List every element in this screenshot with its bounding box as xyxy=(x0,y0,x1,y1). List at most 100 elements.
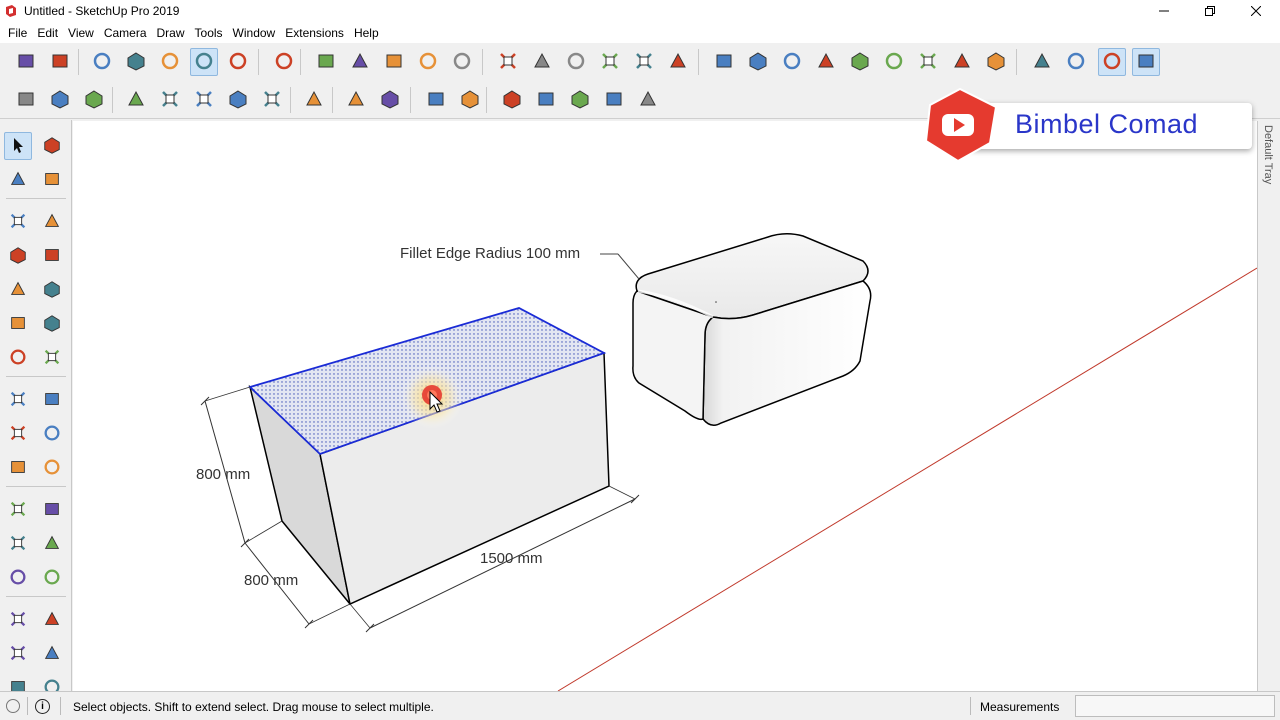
component-button[interactable] xyxy=(270,48,298,76)
upload-button[interactable] xyxy=(258,86,286,114)
scenes-button[interactable] xyxy=(414,48,442,76)
zoom-window-tool-button[interactable] xyxy=(38,640,66,668)
refresh-button[interactable] xyxy=(46,86,74,114)
position-camera-button[interactable] xyxy=(914,48,942,76)
offset-tool-button[interactable] xyxy=(38,454,66,482)
display-section-planes-button[interactable] xyxy=(1062,48,1090,76)
two-point-arc-button[interactable] xyxy=(38,310,66,338)
rectangle-button[interactable] xyxy=(4,242,32,270)
zoom-extents-button[interactable] xyxy=(846,48,874,76)
group-button[interactable] xyxy=(312,48,340,76)
previous-view-button[interactable] xyxy=(880,48,908,76)
fillet-box-button[interactable] xyxy=(422,86,450,114)
outliner-button[interactable] xyxy=(346,48,374,76)
views-right-button[interactable] xyxy=(596,48,624,76)
checker-texture-button[interactable] xyxy=(224,86,252,114)
menu-view[interactable]: View xyxy=(64,26,98,40)
eraser-button[interactable] xyxy=(38,166,66,194)
move-tool-button[interactable] xyxy=(4,386,32,414)
section-plane-button[interactable] xyxy=(1028,48,1056,76)
message-button[interactable] xyxy=(342,86,370,114)
layers-button[interactable] xyxy=(380,48,408,76)
menu-help[interactable]: Help xyxy=(350,26,383,40)
axes-tool-button[interactable] xyxy=(4,564,32,592)
info-button[interactable] xyxy=(376,86,404,114)
views-iso-button[interactable] xyxy=(494,48,522,76)
shaded-button[interactable] xyxy=(190,48,218,76)
orbit-button[interactable] xyxy=(710,48,738,76)
geolocation-icon[interactable] xyxy=(6,699,20,713)
zoom-extents-tool-button[interactable] xyxy=(4,674,32,691)
smoove-button[interactable] xyxy=(498,86,526,114)
follow-me-button[interactable] xyxy=(38,420,66,448)
rotate-tool-button[interactable] xyxy=(4,420,32,448)
restore-icon xyxy=(1205,6,1215,16)
close-button[interactable] xyxy=(1233,0,1279,22)
zoom-window-button[interactable] xyxy=(812,48,840,76)
views-front-button[interactable] xyxy=(562,48,590,76)
look-around-button[interactable] xyxy=(948,48,976,76)
protractor-button[interactable] xyxy=(4,530,32,558)
arc-button[interactable] xyxy=(4,310,32,338)
dimension-tool-button[interactable] xyxy=(38,496,66,524)
make-component-button[interactable] xyxy=(38,132,66,160)
grid-button[interactable] xyxy=(456,86,484,114)
drawing-viewport[interactable]: Fillet Edge Radius 100 mm 800 mm 800 mm … xyxy=(73,121,1257,691)
menu-tools[interactable]: Tools xyxy=(191,26,227,40)
extension-warehouse-button[interactable] xyxy=(12,86,40,114)
polygon-button[interactable] xyxy=(38,276,66,304)
display-section-fill-button[interactable] xyxy=(1132,48,1160,76)
three-point-arc-button[interactable] xyxy=(4,344,32,372)
scale-tool-button[interactable] xyxy=(4,454,32,482)
hidden-line-button[interactable] xyxy=(156,48,184,76)
menu-extensions[interactable]: Extensions xyxy=(281,26,348,40)
text-tool-button[interactable] xyxy=(38,530,66,558)
menu-file[interactable]: File xyxy=(4,26,31,40)
send-to-layout-button[interactable] xyxy=(80,86,108,114)
restore-button[interactable] xyxy=(1187,0,1233,22)
xray-button[interactable] xyxy=(88,48,116,76)
styles-button[interactable] xyxy=(448,48,476,76)
tape-measure-button[interactable] xyxy=(4,496,32,524)
wireframe-button[interactable] xyxy=(122,48,150,76)
add-detail-button[interactable] xyxy=(600,86,628,114)
previous-tool-button[interactable] xyxy=(38,674,66,691)
iso-view-button[interactable] xyxy=(12,48,40,76)
add-location-button[interactable] xyxy=(122,86,150,114)
menu-draw[interactable]: Draw xyxy=(153,26,189,40)
drape-button[interactable] xyxy=(566,86,594,114)
walk-button[interactable] xyxy=(982,48,1010,76)
flip-edge-button[interactable] xyxy=(634,86,662,114)
zoom-button[interactable] xyxy=(778,48,806,76)
terrain-button[interactable] xyxy=(156,86,184,114)
minimize-button[interactable] xyxy=(1141,0,1187,22)
rotated-rectangle-button[interactable] xyxy=(38,242,66,270)
sandbox-button[interactable] xyxy=(190,86,218,114)
preferences-button[interactable] xyxy=(300,86,328,114)
pan-button[interactable] xyxy=(744,48,772,76)
views-back-button[interactable] xyxy=(630,48,658,76)
menu-window[interactable]: Window xyxy=(229,26,280,40)
default-tray-tab[interactable]: Default Tray xyxy=(1257,121,1280,691)
line-tool-button[interactable] xyxy=(4,208,32,236)
instructor-info-icon[interactable]: i xyxy=(35,699,50,714)
menu-edit[interactable]: Edit xyxy=(33,26,62,40)
menu-camera[interactable]: Camera xyxy=(100,26,151,40)
pie-button[interactable] xyxy=(38,344,66,372)
3d-text-button[interactable] xyxy=(38,564,66,592)
paint-bucket-button[interactable] xyxy=(4,166,32,194)
views-top-button[interactable] xyxy=(528,48,556,76)
orbit-tool-button[interactable] xyxy=(4,606,32,634)
display-section-cuts-button[interactable] xyxy=(1098,48,1126,76)
stamp-button[interactable] xyxy=(532,86,560,114)
views-left-button[interactable] xyxy=(664,48,692,76)
zoom-tool-button[interactable] xyxy=(4,640,32,668)
measurements-input[interactable] xyxy=(1075,695,1275,717)
select-tool-button[interactable] xyxy=(4,132,32,160)
shaded-textures-button[interactable] xyxy=(224,48,252,76)
wire-box-button[interactable] xyxy=(46,48,74,76)
pan-tool-button[interactable] xyxy=(38,606,66,634)
freehand-button[interactable] xyxy=(38,208,66,236)
circle-button[interactable] xyxy=(4,276,32,304)
push-pull-button[interactable] xyxy=(38,386,66,414)
